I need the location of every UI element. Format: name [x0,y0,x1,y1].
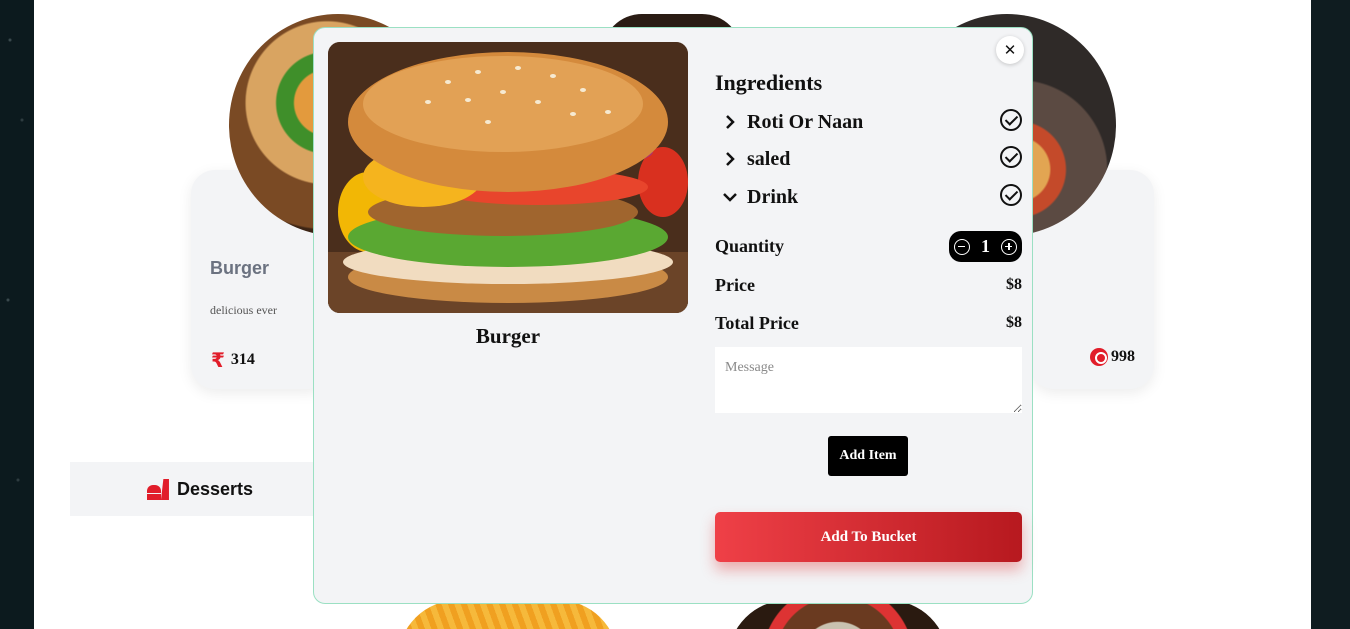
add-item-button[interactable]: Add Item [828,436,908,476]
card-price-value: 314 [230,351,255,368]
check-circle-icon[interactable] [1000,184,1022,206]
chevron-right-icon [726,115,735,129]
item-detail-modal: Burger ✕ Ingredients Roti Or Naan saled … [313,27,1033,604]
dessert-icon [146,477,169,501]
category-tab-desserts[interactable]: Desserts [70,462,330,516]
brand-badge-icon [1090,348,1108,366]
plus-circle-icon[interactable] [1001,238,1017,255]
quantity-stepper: 1 [949,231,1022,262]
ingredient-label: Drink [747,186,799,208]
ingredient-label: saled [747,148,791,170]
close-icon: ✕ [1003,41,1017,59]
card-price-value: 998 [1111,348,1135,365]
card-price: 998 [1090,348,1135,366]
add-to-bucket-button[interactable]: Add To Bucket [715,512,1022,562]
price-value: $8 [1006,276,1022,293]
minus-circle-icon[interactable] [954,238,970,255]
chevron-right-icon [726,152,735,166]
right-edge [1311,0,1350,629]
check-circle-icon[interactable] [1000,146,1022,168]
check-circle-icon[interactable] [1000,109,1022,131]
ingredient-row-drink[interactable]: Drink [715,183,1022,213]
quantity-value: 1 [981,236,990,256]
ingredient-label: Roti Or Naan [747,111,864,133]
burger-image [328,42,688,313]
ingredients-title: Ingredients [715,70,823,95]
price-label: Price [715,275,755,295]
card-description: delicious ever [210,303,277,317]
close-button[interactable]: ✕ [996,36,1024,64]
item-name: Burger [475,324,541,348]
ingredient-row-saled[interactable]: saled [715,145,1022,175]
card-price: ₹ 314 [211,348,255,372]
card-title: Burger [210,258,270,278]
total-price-value: $8 [1006,314,1022,331]
category-label: Desserts [176,478,254,499]
ingredient-row-roti[interactable]: Roti Or Naan [715,108,1022,138]
total-price-label: Total Price [715,313,799,333]
chevron-down-icon [723,193,737,202]
rupee-icon: ₹ [211,348,225,372]
quantity-label: Quantity [715,236,785,256]
message-input[interactable] [715,347,1022,413]
